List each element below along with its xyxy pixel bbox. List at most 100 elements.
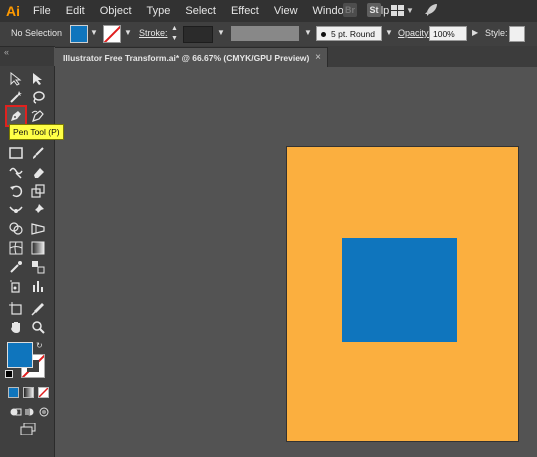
perspective-grid-tool[interactable]	[28, 219, 48, 239]
brush-dot-icon	[321, 32, 326, 38]
shape-builder-icon	[9, 222, 23, 235]
menu-type[interactable]: Type	[147, 0, 171, 22]
variable-width-profile[interactable]	[231, 26, 299, 41]
chevron-down-icon: ▼	[406, 5, 414, 15]
shape-builder-tool[interactable]	[6, 219, 26, 239]
menu-edit[interactable]: Edit	[66, 0, 85, 22]
menu-file[interactable]: File	[33, 0, 51, 22]
lasso-tool[interactable]	[28, 87, 48, 107]
paintbrush-tool[interactable]	[28, 143, 48, 163]
selection-arrow-icon	[10, 72, 22, 86]
pen-tool[interactable]	[5, 105, 27, 127]
stroke-weight-stepper[interactable]: ▲ ▼	[171, 25, 181, 42]
shaper-tool[interactable]	[6, 162, 26, 182]
selection-tool[interactable]	[6, 69, 26, 89]
hand-tool[interactable]	[6, 317, 26, 337]
direct-selection-arrow-icon	[33, 73, 42, 85]
fill-color-box[interactable]	[7, 342, 33, 368]
rocket-icon	[424, 4, 437, 16]
slice-tool[interactable]	[28, 299, 48, 319]
blue-rectangle[interactable]	[342, 238, 457, 342]
pen-icon	[11, 111, 21, 121]
curvature-tool[interactable]	[28, 106, 48, 126]
opacity-input[interactable]: 100%	[429, 26, 467, 41]
paintbrush-icon	[33, 147, 44, 159]
blend-icon	[32, 261, 45, 274]
chevron-down-icon[interactable]: ▼	[171, 35, 181, 42]
blend-tool[interactable]	[28, 257, 48, 277]
rotate-tool[interactable]	[6, 181, 26, 201]
brush-value: 5 pt. Round	[331, 29, 375, 39]
rectangle-tool[interactable]	[6, 143, 26, 163]
document-title: Illustrator Free Transform.ai* @ 66.67% …	[63, 53, 310, 63]
brush-definition-dropdown[interactable]: 5 pt. Round	[316, 26, 382, 41]
chevron-up-icon[interactable]: ▲	[171, 25, 181, 32]
magic-wand-tool[interactable]	[6, 87, 26, 107]
pin-icon	[33, 204, 44, 215]
gradient-icon	[31, 241, 45, 255]
opacity-label[interactable]: Opacity:	[398, 28, 431, 38]
default-colors-icon[interactable]	[5, 370, 13, 378]
screen-mode-button[interactable]	[18, 419, 38, 439]
style-label: Style:	[485, 28, 508, 38]
curvature-pen-icon	[31, 110, 44, 122]
chevron-down-icon[interactable]: ▼	[385, 28, 393, 37]
app-logo: Ai	[6, 3, 20, 19]
gpu-performance-button[interactable]	[424, 3, 438, 17]
selection-status: No Selection	[11, 28, 63, 38]
eraser-icon	[34, 168, 44, 178]
menu-object[interactable]: Object	[100, 0, 132, 22]
scale-tool[interactable]	[28, 181, 48, 201]
tools-panel-header[interactable]: «	[0, 47, 54, 66]
gradient-mode-button[interactable]	[23, 387, 34, 398]
stock-button[interactable]: St	[367, 3, 381, 17]
bridge-button[interactable]: Br	[343, 3, 357, 17]
magnifier-icon	[32, 321, 45, 334]
gradient-tool[interactable]	[28, 238, 48, 258]
chevron-down-icon[interactable]: ▼	[217, 28, 225, 37]
menu-view[interactable]: View	[274, 0, 298, 22]
chevron-down-icon[interactable]: ▼	[90, 28, 98, 37]
knife-icon	[31, 303, 44, 316]
eyedropper-icon	[10, 261, 22, 273]
none-slash-icon	[39, 388, 48, 397]
collapse-icon[interactable]: «	[4, 47, 9, 57]
eraser-tool[interactable]	[28, 162, 48, 182]
graphic-style-swatch[interactable]	[509, 26, 525, 42]
none-mode-button[interactable]	[38, 387, 49, 398]
stroke-label[interactable]: Stroke:	[139, 28, 168, 38]
artboard-icon	[9, 302, 22, 315]
direct-selection-tool[interactable]	[28, 69, 48, 89]
zoom-tool[interactable]	[28, 317, 48, 337]
mesh-icon	[9, 241, 23, 255]
eyedropper-tool[interactable]	[6, 257, 26, 277]
artboard-tool[interactable]	[6, 299, 26, 319]
menu-effect[interactable]: Effect	[231, 0, 259, 22]
hand-icon	[11, 322, 20, 333]
symbol-sprayer-tool[interactable]	[6, 276, 26, 296]
close-icon[interactable]: ×	[315, 52, 321, 63]
chevron-right-icon[interactable]: ▶	[472, 28, 478, 37]
chevron-down-icon[interactable]: ▼	[124, 28, 132, 37]
mesh-tool[interactable]	[6, 238, 26, 258]
color-mode-button[interactable]	[8, 387, 19, 398]
menu-select[interactable]: Select	[185, 0, 216, 22]
menu-right-group: Br St ▼	[343, 3, 448, 17]
document-tab[interactable]: Illustrator Free Transform.ai* @ 66.67% …	[55, 47, 328, 68]
arrange-documents-button[interactable]: ▼	[391, 4, 414, 16]
control-bar: No Selection ▼ ▼ Stroke: ▲ ▼ ▼ ▼ 5 pt. R…	[0, 22, 537, 47]
swap-fill-stroke-icon[interactable]: ↻	[36, 341, 43, 350]
bar-chart-icon	[33, 281, 43, 292]
column-graph-tool[interactable]	[28, 276, 48, 296]
scale-icon	[31, 184, 45, 198]
stroke-swatch[interactable]	[103, 25, 121, 43]
width-tool[interactable]	[6, 200, 26, 220]
fill-swatch[interactable]	[70, 25, 88, 43]
stroke-weight-input[interactable]	[183, 26, 213, 43]
width-icon	[9, 206, 23, 213]
rotate-icon	[10, 185, 23, 198]
chevron-down-icon[interactable]: ▼	[304, 28, 312, 37]
pen-tool-tooltip: Pen Tool (P)	[9, 124, 64, 140]
screen-mode-icon	[20, 423, 36, 435]
puppet-warp-tool[interactable]	[28, 200, 48, 220]
